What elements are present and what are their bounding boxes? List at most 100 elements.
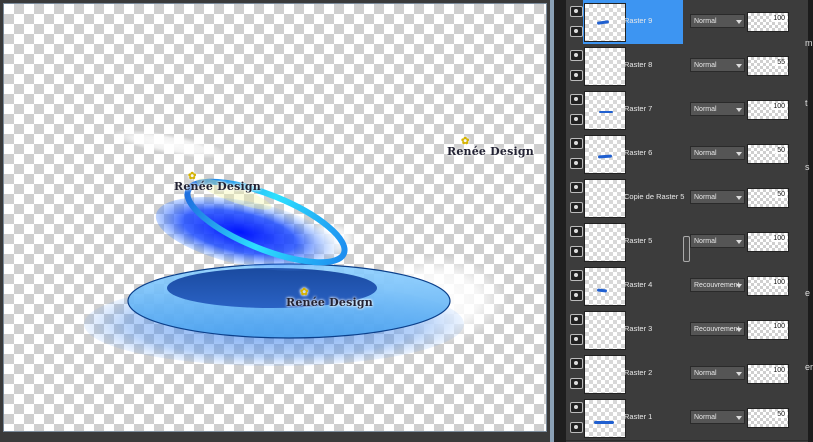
eye-icon[interactable] xyxy=(570,70,583,81)
watermark-logo: ✿ Renée Design xyxy=(286,287,373,309)
blend-mode-label: Normal xyxy=(694,370,717,377)
layer-toggles xyxy=(568,132,583,176)
butterfly-icon: ✿ xyxy=(188,171,197,182)
lock-icon[interactable] xyxy=(570,358,583,369)
blend-mode-select[interactable]: Normal xyxy=(690,14,745,28)
layer-name-cell[interactable]: Raster 6 xyxy=(583,132,683,176)
opacity-value: 50 xyxy=(775,191,787,198)
image-canvas[interactable]: ✿ Renée Design ✿ Renée Design ✿ Renée Desig… xyxy=(3,3,547,432)
layer-row[interactable]: Raster 8 Normal 55 xyxy=(566,44,808,89)
eye-icon[interactable] xyxy=(570,334,583,345)
layer-row[interactable]: Copie de Raster 5 Normal 50 xyxy=(566,176,808,221)
layer-name-cell[interactable]: Copie de Raster 5 xyxy=(583,176,684,220)
blend-mode-select[interactable]: Normal xyxy=(690,102,745,116)
layer-name-cell[interactable]: Raster 3 xyxy=(583,308,683,352)
blend-mode-select[interactable]: Normal xyxy=(690,410,745,424)
layer-name: Raster 3 xyxy=(624,324,653,333)
layer-name-cell[interactable]: Raster 8 xyxy=(583,44,683,88)
lock-icon[interactable] xyxy=(570,138,583,149)
lock-icon[interactable] xyxy=(570,402,583,413)
layer-toggles xyxy=(568,264,583,308)
blend-mode-select[interactable]: Normal xyxy=(690,190,745,204)
blend-mode-label: Normal xyxy=(694,18,717,25)
chevron-down-icon xyxy=(736,328,742,332)
opacity-control[interactable]: 50 xyxy=(747,408,789,428)
thumbnail-mark xyxy=(596,20,610,25)
layer-name-cell[interactable]: Raster 5 xyxy=(583,220,683,264)
blend-mode-label: Normal xyxy=(694,62,717,69)
eye-icon[interactable] xyxy=(570,378,583,389)
layer-name: Raster 8 xyxy=(624,60,653,69)
opacity-value: 100 xyxy=(771,235,787,242)
eye-icon[interactable] xyxy=(570,246,583,257)
eye-icon[interactable] xyxy=(570,114,583,125)
opacity-control[interactable]: 50 xyxy=(747,188,789,208)
panel-splitter[interactable] xyxy=(550,0,566,442)
layer-toggles xyxy=(568,396,583,440)
layer-row[interactable]: Raster 1 Normal 50 xyxy=(566,396,808,441)
truncated-label: s xyxy=(805,162,810,172)
blend-mode-select[interactable]: Normal xyxy=(690,58,745,72)
opacity-control[interactable]: 100 xyxy=(747,12,789,32)
blend-mode-label: Normal xyxy=(694,106,717,113)
lock-icon[interactable] xyxy=(570,182,583,193)
layer-row[interactable]: Raster 3 Recouvrement 100 xyxy=(566,308,808,353)
layer-name-cell[interactable]: Raster 1 xyxy=(583,396,683,440)
layer-name: Raster 7 xyxy=(624,104,653,113)
blend-mode-select[interactable]: Normal xyxy=(690,234,745,248)
blend-mode-label: Normal xyxy=(694,150,717,157)
layer-toggles xyxy=(568,0,583,44)
layer-name-cell[interactable]: Raster 7 xyxy=(583,88,683,132)
eye-icon[interactable] xyxy=(570,26,583,37)
blend-mode-select[interactable]: Normal xyxy=(690,146,745,160)
opacity-value: 100 xyxy=(771,103,787,110)
layer-name-cell[interactable]: Raster 2 xyxy=(583,352,683,396)
blend-mode-select[interactable]: Recouvrement xyxy=(690,322,745,336)
opacity-control[interactable]: 50 xyxy=(747,144,789,164)
eye-icon[interactable] xyxy=(570,158,583,169)
layer-toggles xyxy=(568,308,583,352)
layer-name: Raster 5 xyxy=(624,236,653,245)
opacity-control[interactable]: 100 xyxy=(747,320,789,340)
opacity-control[interactable]: 55 xyxy=(747,56,789,76)
lock-icon[interactable] xyxy=(570,270,583,281)
blend-mode-select[interactable]: Normal xyxy=(690,366,745,380)
eye-icon[interactable] xyxy=(570,202,583,213)
layer-thumbnail xyxy=(584,91,626,130)
opacity-value: 100 xyxy=(771,279,787,286)
panel-resize-handle[interactable] xyxy=(683,236,690,262)
lock-icon[interactable] xyxy=(570,50,583,61)
lock-icon[interactable] xyxy=(570,226,583,237)
lock-icon[interactable] xyxy=(570,94,583,105)
layer-name: Raster 2 xyxy=(624,368,653,377)
layer-thumbnail xyxy=(584,399,626,438)
layer-row[interactable]: Raster 4 Recouvrement 100 xyxy=(566,264,808,309)
eye-icon[interactable] xyxy=(570,422,583,433)
layer-thumbnail xyxy=(584,47,626,86)
layer-thumbnail xyxy=(584,3,626,42)
opacity-control[interactable]: 100 xyxy=(747,276,789,296)
butterfly-icon: ✿ xyxy=(461,136,470,147)
layer-row[interactable]: Raster 7 Normal 100 xyxy=(566,88,808,133)
opacity-control[interactable]: 100 xyxy=(747,100,789,120)
layer-name: Raster 6 xyxy=(624,148,653,157)
thumbnail-mark xyxy=(599,111,613,113)
opacity-control[interactable]: 100 xyxy=(747,232,789,252)
opacity-control[interactable]: 100 xyxy=(747,364,789,384)
layer-thumbnail xyxy=(584,311,626,350)
layer-name-cell[interactable]: Raster 9 xyxy=(583,0,683,44)
layer-row[interactable]: Raster 6 Normal 50 xyxy=(566,132,808,177)
layer-row[interactable]: Raster 9 Normal 100 xyxy=(566,0,808,45)
opacity-value: 100 xyxy=(771,367,787,374)
blend-mode-select[interactable]: Recouvrement xyxy=(690,278,745,292)
layer-name: Raster 1 xyxy=(624,412,653,421)
layer-name: Raster 4 xyxy=(624,280,653,289)
butterfly-icon: ✿ xyxy=(300,287,309,298)
layer-name-cell[interactable]: Raster 4 xyxy=(583,264,683,308)
eye-icon[interactable] xyxy=(570,290,583,301)
chevron-down-icon xyxy=(736,152,742,156)
layer-row[interactable]: Raster 2 Normal 100 xyxy=(566,352,808,397)
lock-icon[interactable] xyxy=(570,314,583,325)
truncated-label: m xyxy=(805,38,813,48)
lock-icon[interactable] xyxy=(570,6,583,17)
